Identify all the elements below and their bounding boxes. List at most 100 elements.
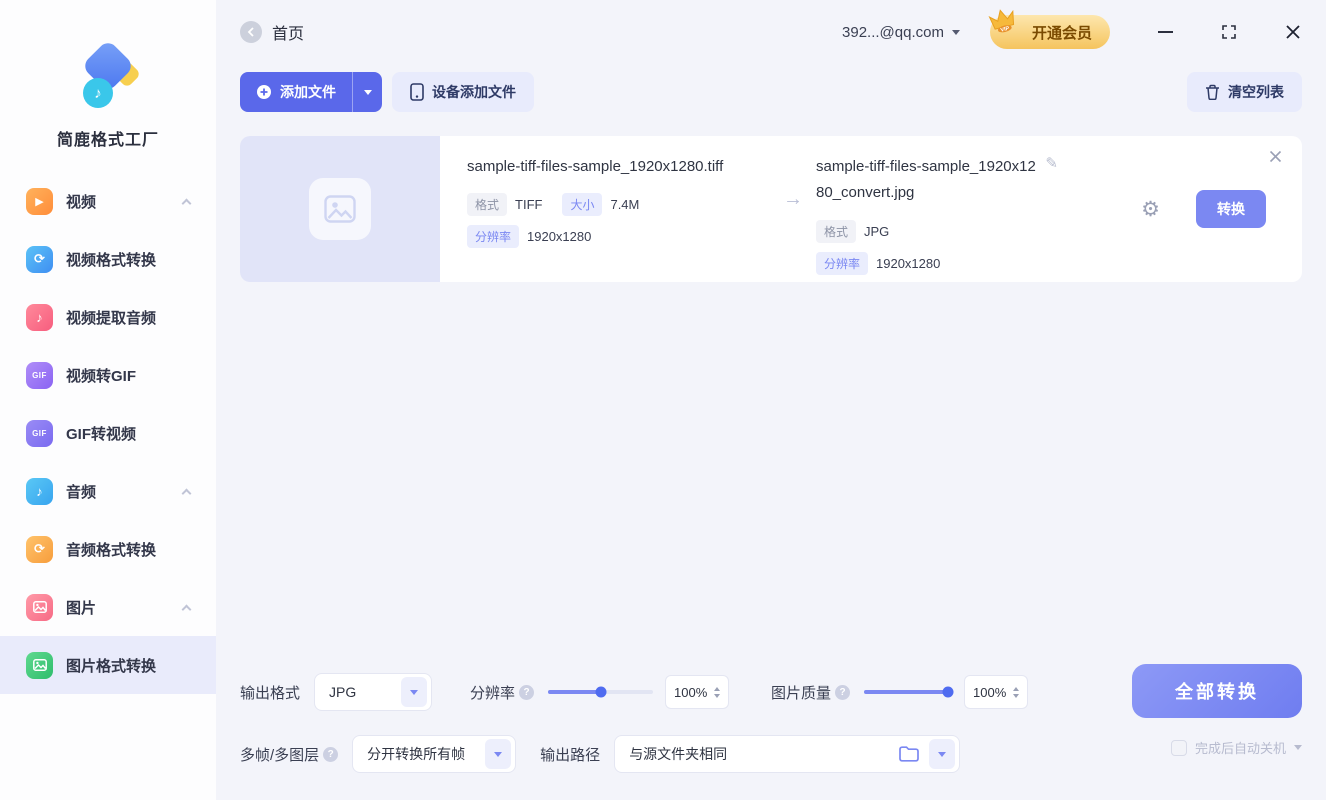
add-file-label: 添加文件 (280, 82, 336, 102)
minimize-button[interactable] (1156, 23, 1174, 41)
account-label[interactable]: 392...@qq.com (842, 24, 944, 41)
file-list-item: sample-tiff-files-sample_1920x1280.tiff … (240, 136, 1302, 282)
resolution-label: 分辨率 (470, 682, 515, 703)
chevron-up-icon (182, 604, 192, 614)
sidebar-section-audio[interactable]: ♪ 音频 (0, 462, 216, 520)
sidebar-section-label: 音频 (66, 481, 96, 502)
source-tags-row1: 格式 TIFF 大小 7.4M (467, 193, 770, 216)
help-icon[interactable]: ? (519, 685, 534, 700)
video-icon: ▶ (26, 188, 53, 215)
resolution-tag: 分辨率 (816, 252, 868, 275)
vip-upgrade-button[interactable]: VIP 开通会员 (990, 15, 1110, 49)
back-button[interactable] (240, 21, 262, 43)
output-path-select[interactable]: 与源文件夹相同 (614, 735, 960, 773)
chevron-up-icon (1013, 687, 1019, 691)
chevron-down-icon (494, 752, 502, 757)
add-file-button-group: 添加文件 (240, 72, 382, 112)
gear-icon[interactable]: ⚙ (1141, 197, 1160, 221)
chevron-down-icon[interactable] (952, 30, 960, 35)
image-glyph (33, 601, 47, 613)
remove-file-button[interactable] (1269, 150, 1282, 168)
slider-fill (864, 690, 948, 694)
output-format-select[interactable]: JPG (314, 673, 432, 711)
clear-list-label: 清空列表 (1228, 82, 1284, 102)
clear-list-button[interactable]: 清空列表 (1187, 72, 1302, 112)
image-icon (26, 594, 53, 621)
edit-icon[interactable]: ✎ (1045, 154, 1058, 172)
sidebar-section-image[interactable]: 图片 (0, 578, 216, 636)
close-button[interactable] (1284, 23, 1302, 41)
multiframe-select[interactable]: 分开转换所有帧 (352, 735, 516, 773)
dropdown-caret[interactable] (929, 739, 955, 769)
target-tags-row1: 格式 JPG (816, 220, 1066, 243)
multiframe-value: 分开转换所有帧 (353, 744, 479, 764)
file-thumbnail (240, 136, 440, 282)
home-label[interactable]: 首页 (272, 20, 304, 44)
sidebar-item-label: 音频格式转换 (66, 539, 156, 560)
chevron-down-icon (410, 690, 418, 695)
auto-shutdown-toggle[interactable]: 完成后自动关机 (1171, 738, 1302, 757)
sidebar-item-label: GIF转视频 (66, 423, 136, 444)
target-file-info: sample-tiff-files-sample_1920x1280_conve… (816, 136, 1066, 282)
spinner-arrows[interactable] (1013, 687, 1019, 698)
chevron-down-icon (364, 90, 372, 95)
dropdown-caret[interactable] (401, 677, 427, 707)
app-window: ♪ 简鹿格式工厂 ▶ 视频 ⟳ 视频格式转换 ♪ 视频提取音频 GIF 视频转G… (0, 0, 1326, 800)
auto-shutdown-checkbox[interactable] (1171, 740, 1187, 756)
quality-slider[interactable] (864, 690, 952, 694)
top-bar: 首页 392...@qq.com VIP 开通会员 (240, 0, 1302, 64)
image-glyph (33, 659, 47, 671)
crown-icon: VIP (982, 1, 1023, 41)
resolution-slider[interactable] (548, 690, 653, 694)
resolution-input[interactable] (674, 685, 714, 700)
chevron-down-icon[interactable] (1294, 745, 1302, 750)
quality-input[interactable] (973, 685, 1013, 700)
add-file-dropdown[interactable] (352, 72, 382, 112)
output-path-value: 与源文件夹相同 (615, 744, 889, 764)
image-convert-icon (26, 652, 53, 679)
convert-all-button[interactable]: 全部转换 (1132, 664, 1302, 718)
folder-icon (899, 746, 919, 762)
sidebar-item-image-convert[interactable]: 图片格式转换 (0, 636, 216, 694)
arrow-right-icon: → (770, 188, 816, 211)
target-resolution-value: 1920x1280 (876, 256, 940, 271)
slider-handle[interactable] (942, 687, 953, 698)
phone-icon (410, 83, 424, 101)
sidebar-section-video[interactable]: ▶ 视频 (0, 172, 216, 230)
sidebar-item-gif-to-video[interactable]: GIF GIF转视频 (0, 404, 216, 462)
chevron-left-icon (247, 27, 255, 37)
dropdown-caret[interactable] (485, 739, 511, 769)
audio-icon: ♪ (26, 478, 53, 505)
sidebar-item-video-to-gif[interactable]: GIF 视频转GIF (0, 346, 216, 404)
slider-handle[interactable] (595, 687, 606, 698)
sidebar-item-audio-convert[interactable]: ⟳ 音频格式转换 (0, 520, 216, 578)
image-placeholder-icon (309, 178, 371, 240)
add-from-device-button[interactable]: 设备添加文件 (392, 72, 534, 112)
chevron-up-icon (182, 198, 192, 208)
minimize-icon (1158, 31, 1173, 33)
resolution-spinner[interactable] (665, 675, 729, 709)
chevron-down-icon (938, 752, 946, 757)
help-icon[interactable]: ? (323, 747, 338, 762)
folder-button[interactable] (889, 746, 929, 762)
convert-button[interactable]: 转换 (1196, 190, 1266, 228)
help-icon[interactable]: ? (835, 685, 850, 700)
spinner-arrows[interactable] (714, 687, 720, 698)
source-tags-row2: 分辨率 1920x1280 (467, 225, 770, 248)
close-icon (1285, 24, 1301, 40)
quality-spinner[interactable] (964, 675, 1028, 709)
app-logo-icon: ♪ (75, 44, 141, 110)
trash-icon (1205, 84, 1220, 100)
maximize-button[interactable] (1220, 23, 1238, 41)
sidebar-item-label: 视频提取音频 (66, 307, 156, 328)
sidebar-item-video-extract-audio[interactable]: ♪ 视频提取音频 (0, 288, 216, 346)
plus-circle-icon (256, 84, 272, 100)
add-file-button[interactable]: 添加文件 (240, 72, 352, 112)
sidebar-item-label: 视频格式转换 (66, 249, 156, 270)
source-file-info: sample-tiff-files-sample_1920x1280.tiff … (440, 136, 770, 282)
sidebar-section-label: 图片 (66, 597, 96, 618)
source-resolution-value: 1920x1280 (527, 229, 591, 244)
source-size-value: 7.4M (610, 197, 639, 212)
chevron-down-icon (714, 694, 720, 698)
sidebar-item-video-convert[interactable]: ⟳ 视频格式转换 (0, 230, 216, 288)
